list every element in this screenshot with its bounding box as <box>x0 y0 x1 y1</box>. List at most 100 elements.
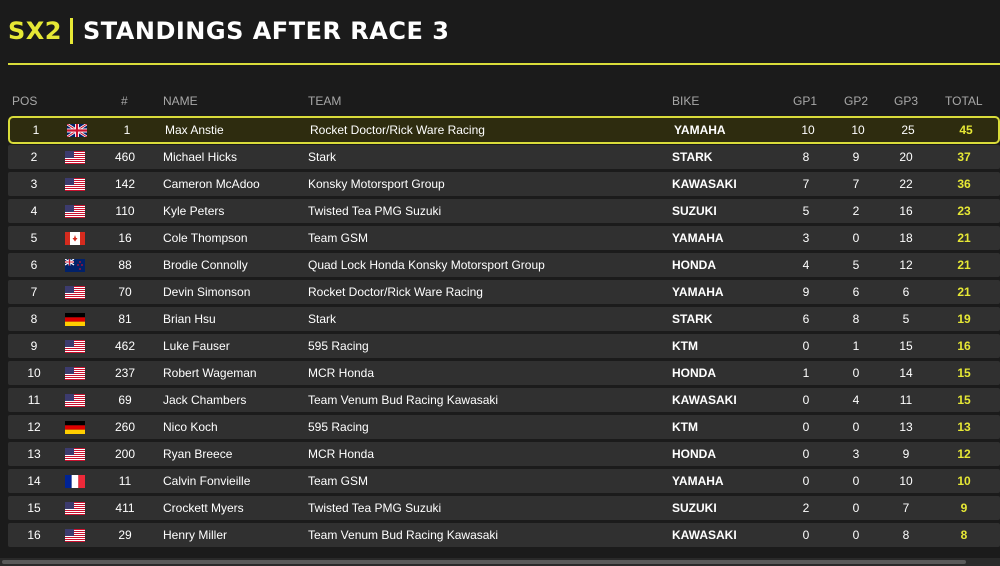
total-points-cell: 37 <box>957 150 971 164</box>
us-flag-icon <box>65 280 85 304</box>
gp1-points-cell: 0 <box>802 447 810 461</box>
table-row[interactable]: 9 462 Luke Fauser 595 Racing KTM 0 1 15 16 <box>8 334 1000 358</box>
rider-number-cell: 16 <box>118 231 132 245</box>
position-cell: 15 <box>27 501 41 515</box>
position-cell: 8 <box>30 312 38 326</box>
us-flag-icon <box>65 442 85 466</box>
table-row[interactable]: 7 70 Devin Simonson Rocket Doctor/Rick Ware… <box>8 280 1000 304</box>
col-number[interactable]: # <box>121 94 128 108</box>
gp3-points-cell: 15 <box>899 339 913 353</box>
gp1-points-cell: 0 <box>802 393 810 407</box>
gp2-points-cell: 6 <box>852 285 860 299</box>
table-row[interactable]: 2 460 Michael Hicks Stark STARK 8 9 20 37 <box>8 145 1000 169</box>
col-pos[interactable]: POS <box>12 94 37 108</box>
gp1-points-cell: 1 <box>802 366 810 380</box>
rider-name-cell: Calvin Fonvieille <box>163 474 251 488</box>
position-cell: 16 <box>27 528 41 542</box>
bike-cell: KAWASAKI <box>672 528 737 542</box>
gb-flag-icon <box>67 118 87 142</box>
total-points-cell: 45 <box>959 123 973 137</box>
rider-name-cell: Nico Koch <box>163 420 218 434</box>
ca-flag-icon <box>65 226 85 250</box>
col-gp1[interactable]: GP1 <box>793 94 817 108</box>
position-cell: 13 <box>27 447 41 461</box>
table-row[interactable]: 5 16 Cole Thompson Team GSM YAMAHA 3 0 18 21 <box>8 226 1000 250</box>
table-row[interactable]: 8 81 Brian Hsu Stark STARK 6 8 5 19 <box>8 307 1000 331</box>
team-cell: Quad Lock Honda Konsky Motorsport Group <box>308 258 545 272</box>
rider-number-cell: 260 <box>114 420 136 434</box>
position-cell: 3 <box>30 177 38 191</box>
total-points-cell: 21 <box>957 258 971 272</box>
gp1-points-cell: 0 <box>802 420 810 434</box>
fr-flag-icon <box>65 469 85 493</box>
gp3-points-cell: 14 <box>899 366 913 380</box>
table-row[interactable]: 10 237 Robert Wageman MCR Honda HONDA 1 0 14 15 <box>8 361 1000 385</box>
us-flag-icon <box>65 496 85 520</box>
rider-number-cell: 462 <box>114 339 136 353</box>
rider-number-cell: 142 <box>114 177 136 191</box>
table-row[interactable]: 12 260 Nico Koch 595 Racing KTM 0 0 13 13 <box>8 415 1000 439</box>
bike-cell: KTM <box>672 339 698 353</box>
gp1-points-cell: 2 <box>802 501 810 515</box>
team-cell: Rocket Doctor/Rick Ware Racing <box>310 123 485 137</box>
col-team[interactable]: TEAM <box>308 94 341 108</box>
gp2-points-cell: 1 <box>852 339 860 353</box>
team-cell: Rocket Doctor/Rick Ware Racing <box>308 285 483 299</box>
gp3-points-cell: 12 <box>899 258 913 272</box>
rider-number-cell: 1 <box>123 123 131 137</box>
total-points-cell: 15 <box>957 393 971 407</box>
rider-name-cell: Brodie Connolly <box>163 258 248 272</box>
gp3-points-cell: 11 <box>899 393 913 407</box>
table-row[interactable]: 15 411 Crockett Myers Twisted Tea PMG Suzuk… <box>8 496 1000 520</box>
total-points-cell: 8 <box>960 528 968 542</box>
bike-cell: HONDA <box>672 447 716 461</box>
table-row[interactable]: 1 1 Max Anstie Rocket Doctor/Rick Ware Raci… <box>8 116 1000 144</box>
rider-number-cell: 69 <box>118 393 132 407</box>
bike-cell: YAMAHA <box>672 231 724 245</box>
position-cell: 1 <box>32 123 40 137</box>
horizontal-scrollbar[interactable] <box>0 558 1000 566</box>
gp1-points-cell: 7 <box>802 177 810 191</box>
gp3-points-cell: 13 <box>899 420 913 434</box>
gp3-points-cell: 10 <box>899 474 913 488</box>
gp3-points-cell: 16 <box>899 204 913 218</box>
rider-name-cell: Brian Hsu <box>163 312 216 326</box>
team-cell: Team Venum Bud Racing Kawasaki <box>308 528 499 542</box>
team-cell: 595 Racing <box>308 339 369 353</box>
gp2-points-cell: 9 <box>852 150 860 164</box>
rider-number-cell: 237 <box>114 366 136 380</box>
table-row[interactable]: 4 110 Kyle Peters Twisted Tea PMG Suzuki SUZ… <box>8 199 1000 223</box>
team-cell: Twisted Tea PMG Suzuki <box>308 204 442 218</box>
position-cell: 2 <box>30 150 38 164</box>
table-row[interactable]: 14 11 Calvin Fonvieille Team GSM YAMAHA 0 0 10 1… <box>8 469 1000 493</box>
table-row[interactable]: 16 29 Henry Miller Team Venum Bud Racing Ka… <box>8 523 1000 547</box>
table-row[interactable]: 13 200 Ryan Breece MCR Honda HONDA 0 3 9 12 <box>8 442 1000 466</box>
scrollbar-thumb[interactable] <box>2 560 966 564</box>
col-gp3[interactable]: GP3 <box>894 94 918 108</box>
gp1-points-cell: 0 <box>802 474 810 488</box>
gp1-points-cell: 4 <box>802 258 810 272</box>
team-cell: MCR Honda <box>308 366 375 380</box>
gp1-points-cell: 9 <box>802 285 810 299</box>
rider-number-cell: 460 <box>114 150 136 164</box>
total-points-cell: 21 <box>957 285 971 299</box>
series-label: SX2 <box>8 17 62 45</box>
rider-number-cell: 88 <box>118 258 132 272</box>
col-gp2[interactable]: GP2 <box>844 94 868 108</box>
col-name[interactable]: NAME <box>163 94 198 108</box>
table-row[interactable]: 11 69 Jack Chambers Team Venum Bud Racing K… <box>8 388 1000 412</box>
position-cell: 7 <box>30 285 38 299</box>
rider-name-cell: Henry Miller <box>163 528 228 542</box>
bike-cell: STARK <box>672 312 713 326</box>
gp2-points-cell: 3 <box>852 447 860 461</box>
col-bike[interactable]: BIKE <box>672 94 699 108</box>
gp3-points-cell: 9 <box>902 447 910 461</box>
table-row[interactable]: 3 142 Cameron McAdoo Konsky Motorsport Grou… <box>8 172 1000 196</box>
bike-cell: STARK <box>672 150 713 164</box>
col-total[interactable]: TOTAL <box>945 94 983 108</box>
team-cell: 595 Racing <box>308 420 369 434</box>
rider-number-cell: 29 <box>118 528 132 542</box>
team-cell: Twisted Tea PMG Suzuki <box>308 501 442 515</box>
gp1-points-cell: 3 <box>802 231 810 245</box>
table-row[interactable]: 6 88 Brodie Connolly Quad Lock Honda Konsky… <box>8 253 1000 277</box>
